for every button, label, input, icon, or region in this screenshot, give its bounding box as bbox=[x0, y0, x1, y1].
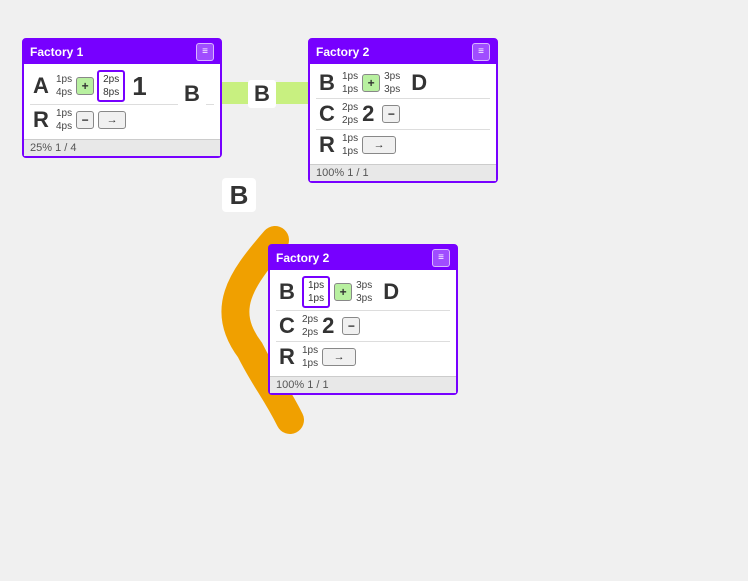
factory2-bot-letter-D: D bbox=[380, 279, 402, 305]
connector-B-mid: B bbox=[222, 178, 256, 212]
factory1-A-badge: 1 bbox=[132, 71, 146, 102]
factory2-bot-header: Factory 2 ≡ bbox=[270, 246, 456, 270]
factory2-bot-row-B: B 1ps 1ps + 3ps 3ps D bbox=[276, 276, 450, 308]
factory2-bot-letter-R: R bbox=[276, 344, 298, 370]
factory2-bot-row-C: C 2ps 2ps 2 − bbox=[276, 313, 450, 339]
factory2-top-body: B 1ps 1ps + 3ps 3ps D C 2ps 2ps 2 − bbox=[310, 64, 496, 164]
factory2-top-menu-btn[interactable]: ≡ bbox=[472, 43, 490, 61]
factory2-bot-B-plus-btn[interactable]: + bbox=[334, 283, 352, 301]
factory2-bot-box: Factory 2 ≡ B 1ps 1ps + 3ps 3ps D C 2ps … bbox=[268, 244, 458, 395]
factory1-A-plus-btn[interactable]: + bbox=[76, 77, 94, 95]
factory2-top-row-B: B 1ps 1ps + 3ps 3ps D bbox=[316, 70, 490, 96]
factory1-R-arrow-btn[interactable]: → bbox=[98, 111, 126, 129]
factory2-bot-menu-btn[interactable]: ≡ bbox=[432, 249, 450, 267]
factory2-bot-letter-B: B bbox=[276, 279, 298, 305]
factory2-bot-R-arrow-btn[interactable]: → bbox=[322, 348, 356, 366]
factory1-footer-text: 25% 1 / 4 bbox=[30, 142, 76, 154]
factory2-top-footer-text: 100% 1 / 1 bbox=[316, 167, 369, 179]
factory2-top-letter-R: R bbox=[316, 132, 338, 158]
connector-B-right: B bbox=[248, 80, 276, 108]
factory2-bot-C-badge: 2 bbox=[322, 313, 334, 339]
factory2-top-C-minus-btn[interactable]: − bbox=[382, 105, 400, 123]
factory2-bot-R-ps: 1ps 1ps bbox=[302, 344, 318, 370]
factory2-top-C-badge: 2 bbox=[362, 101, 374, 127]
factory2-top-R-arrow-btn[interactable]: → bbox=[362, 136, 396, 154]
factory2-top-letter-D: D bbox=[408, 70, 430, 96]
factory2-top-title: Factory 2 bbox=[316, 45, 369, 59]
factory1-R-minus-btn[interactable]: − bbox=[76, 111, 94, 129]
factory2-top-R-ps: 1ps 1ps bbox=[342, 132, 358, 158]
factory2-top-header: Factory 2 ≡ bbox=[310, 40, 496, 64]
factory1-title: Factory 1 bbox=[30, 45, 83, 59]
factory2-bot-row-R: R 1ps 1ps → bbox=[276, 344, 450, 370]
factory1-header: Factory 1 ≡ bbox=[24, 40, 220, 64]
factory2-bot-title: Factory 2 bbox=[276, 251, 329, 265]
factory2-bot-B-ps2: 3ps 3ps bbox=[356, 279, 372, 305]
factory2-bot-footer-text: 100% 1 / 1 bbox=[276, 379, 329, 391]
factory1-A-ps-box: 2ps 8ps bbox=[97, 70, 125, 102]
factory1-R-ps: 1ps 4ps bbox=[56, 107, 72, 133]
factory2-top-row-R: R 1ps 1ps → bbox=[316, 132, 490, 158]
factory2-top-letter-C: C bbox=[316, 101, 338, 127]
factory2-bot-body: B 1ps 1ps + 3ps 3ps D C 2ps 2ps 2 − bbox=[270, 270, 456, 376]
factory1-footer: 25% 1 / 4 bbox=[24, 139, 220, 156]
factory2-top-row-C: C 2ps 2ps 2 − bbox=[316, 101, 490, 127]
factory2-top-box: Factory 2 ≡ B 1ps 1ps + 3ps 3ps D C 2ps … bbox=[308, 38, 498, 183]
factory2-top-B-ps2: 3ps 3ps bbox=[384, 70, 400, 96]
factory2-top-letter-B: B bbox=[316, 70, 338, 96]
factory2-bot-C-ps: 2ps 2ps bbox=[302, 313, 318, 339]
factory2-top-footer: 100% 1 / 1 bbox=[310, 164, 496, 181]
factory1-menu-btn[interactable]: ≡ bbox=[196, 43, 214, 61]
factory1-A-ps: 1ps 4ps bbox=[56, 73, 72, 99]
factory2-bot-B-ps-box: 1ps 1ps bbox=[302, 276, 330, 308]
factory2-top-C-ps: 2ps 2ps bbox=[342, 101, 358, 127]
connector-B-left: B bbox=[178, 80, 206, 108]
factory2-bot-letter-C: C bbox=[276, 313, 298, 339]
factory1-letter-R: R bbox=[30, 107, 52, 133]
factory2-bot-footer: 100% 1 / 1 bbox=[270, 376, 456, 393]
factory2-top-B-ps: 1ps 1ps bbox=[342, 70, 358, 96]
factory2-top-B-plus-btn[interactable]: + bbox=[362, 74, 380, 92]
factory1-letter-A: A bbox=[30, 73, 52, 99]
factory2-bot-C-minus-btn[interactable]: − bbox=[342, 317, 360, 335]
factory1-row-R: R 1ps 4ps − → bbox=[30, 107, 214, 133]
